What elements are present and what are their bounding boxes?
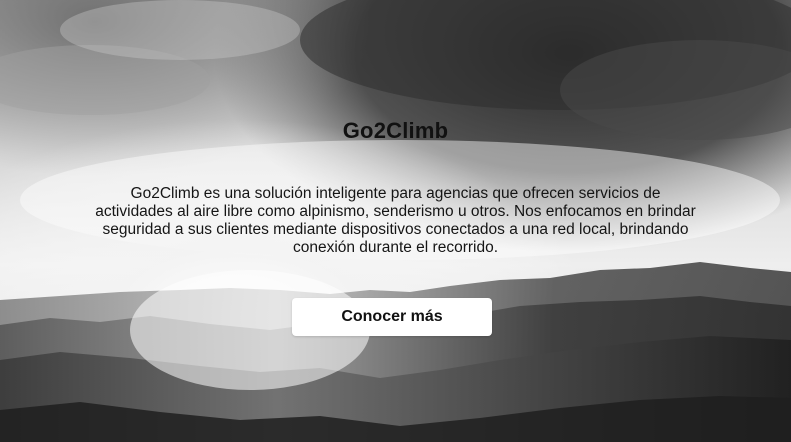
hero-title: Go2Climb xyxy=(342,118,449,143)
hero-description: Go2Climb es una solución inteligente par… xyxy=(95,185,696,256)
hero-section: Go2Climb Go2Climb es una solución inteli… xyxy=(0,0,791,442)
hero-content: Go2Climb Go2Climb es una solución inteli… xyxy=(0,0,791,442)
learn-more-button[interactable]: Conocer más xyxy=(292,298,492,336)
